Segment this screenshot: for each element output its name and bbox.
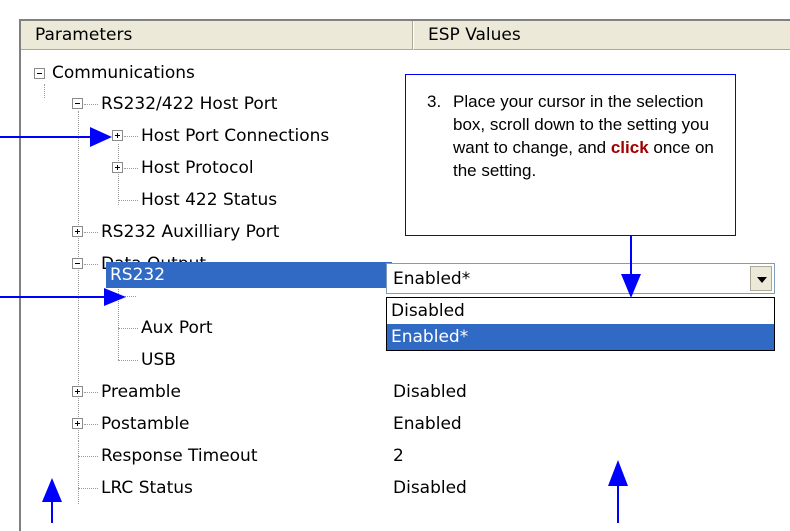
value-response-timeout[interactable]: 2 bbox=[393, 443, 404, 469]
tree-item-label: USB bbox=[141, 350, 176, 370]
value-lrc-status[interactable]: Disabled bbox=[393, 475, 467, 501]
plus-box-icon[interactable] bbox=[72, 418, 83, 429]
tree-item-lrc-status[interactable]: LRC Status bbox=[101, 475, 193, 501]
tree-line bbox=[118, 200, 138, 201]
click-emphasis: click bbox=[610, 138, 649, 157]
column-header-parameters[interactable]: Parameters bbox=[21, 21, 413, 50]
tree-item-rs232-auxilliary-port[interactable]: RS232 Auxilliary Port bbox=[101, 219, 279, 245]
tree-item-label: Preamble bbox=[101, 382, 181, 402]
step-number: 3. bbox=[427, 92, 442, 111]
tree-item-label: Host Port Connections bbox=[141, 126, 330, 146]
arrow-icon bbox=[608, 460, 628, 523]
tree-line bbox=[124, 136, 138, 137]
tree-item-communications[interactable]: Communications bbox=[52, 60, 195, 86]
tree-item-label: Postamble bbox=[101, 414, 190, 434]
value-preamble[interactable]: Disabled bbox=[393, 379, 467, 405]
tree-line bbox=[78, 488, 98, 489]
tree-item-response-timeout[interactable]: Response Timeout bbox=[101, 443, 258, 469]
option-disabled[interactable]: Disabled bbox=[387, 298, 774, 324]
tree-line bbox=[118, 328, 138, 329]
tree-item-label: Response Timeout bbox=[101, 446, 258, 466]
option-enabled-highlighted[interactable]: Enabled* bbox=[387, 324, 774, 350]
instruction-callout: 3. Place your cursor in the selection bo… bbox=[405, 74, 736, 236]
tree-item-aux-port[interactable]: Aux Port bbox=[141, 315, 213, 341]
tree-line bbox=[118, 360, 138, 361]
tree-item-label: LRC Status bbox=[101, 478, 193, 498]
tree-line bbox=[78, 456, 98, 457]
tree-line bbox=[84, 264, 98, 265]
minus-box-icon[interactable] bbox=[72, 258, 83, 269]
plus-box-icon[interactable] bbox=[112, 130, 123, 141]
plus-box-icon[interactable] bbox=[72, 386, 83, 397]
arrow-icon bbox=[0, 127, 112, 147]
arrow-icon bbox=[0, 288, 126, 306]
tree-item-label: Aux Port bbox=[141, 318, 213, 338]
tree-line bbox=[124, 168, 138, 169]
tree-line bbox=[78, 441, 79, 504]
tree-line bbox=[118, 144, 119, 205]
tree-item-postamble[interactable]: Postamble bbox=[101, 411, 190, 437]
tree-item-label: Host 422 Status bbox=[141, 190, 278, 210]
value-postamble[interactable]: Enabled bbox=[393, 411, 462, 437]
tree-line bbox=[84, 232, 98, 233]
dropdown-list: Disabled Enabled* bbox=[386, 297, 775, 351]
tree-item-label: RS232/422 Host Port bbox=[101, 94, 278, 114]
tree-line bbox=[84, 104, 98, 105]
tree-item-rs232-selected[interactable]: RS232 bbox=[106, 262, 392, 288]
tree-item-host-port-connections[interactable]: Host Port Connections bbox=[141, 123, 329, 149]
dropdown-button[interactable] bbox=[750, 266, 772, 291]
tree-item-label: Communications bbox=[52, 63, 195, 83]
tree-line bbox=[84, 424, 98, 425]
arrow-icon bbox=[621, 236, 641, 298]
esp-value-select[interactable]: Enabled* bbox=[386, 263, 775, 294]
tree-item-usb[interactable]: USB bbox=[141, 347, 176, 373]
tree-line bbox=[84, 392, 98, 393]
tree-item-rs232-422-host-port[interactable]: RS232/422 Host Port bbox=[101, 91, 277, 117]
plus-box-icon[interactable] bbox=[112, 162, 123, 173]
triangle-down-icon bbox=[757, 277, 767, 283]
tree-item-host-protocol[interactable]: Host Protocol bbox=[141, 155, 254, 181]
arrow-icon bbox=[42, 478, 62, 523]
select-current-value: Enabled* bbox=[393, 269, 471, 289]
tree-item-label: Host Protocol bbox=[141, 158, 254, 178]
minus-box-icon[interactable] bbox=[72, 98, 83, 109]
tree-item-host-422-status[interactable]: Host 422 Status bbox=[141, 187, 277, 213]
tree-line bbox=[44, 84, 45, 98]
tree-item-label: RS232 Auxilliary Port bbox=[101, 222, 280, 242]
tree-item-preamble[interactable]: Preamble bbox=[101, 379, 181, 405]
plus-box-icon[interactable] bbox=[72, 226, 83, 237]
instruction-text: Place your cursor in the selection box, … bbox=[453, 90, 723, 182]
column-header-esp-values[interactable]: ESP Values bbox=[413, 21, 790, 50]
minus-box-icon[interactable] bbox=[34, 68, 45, 79]
